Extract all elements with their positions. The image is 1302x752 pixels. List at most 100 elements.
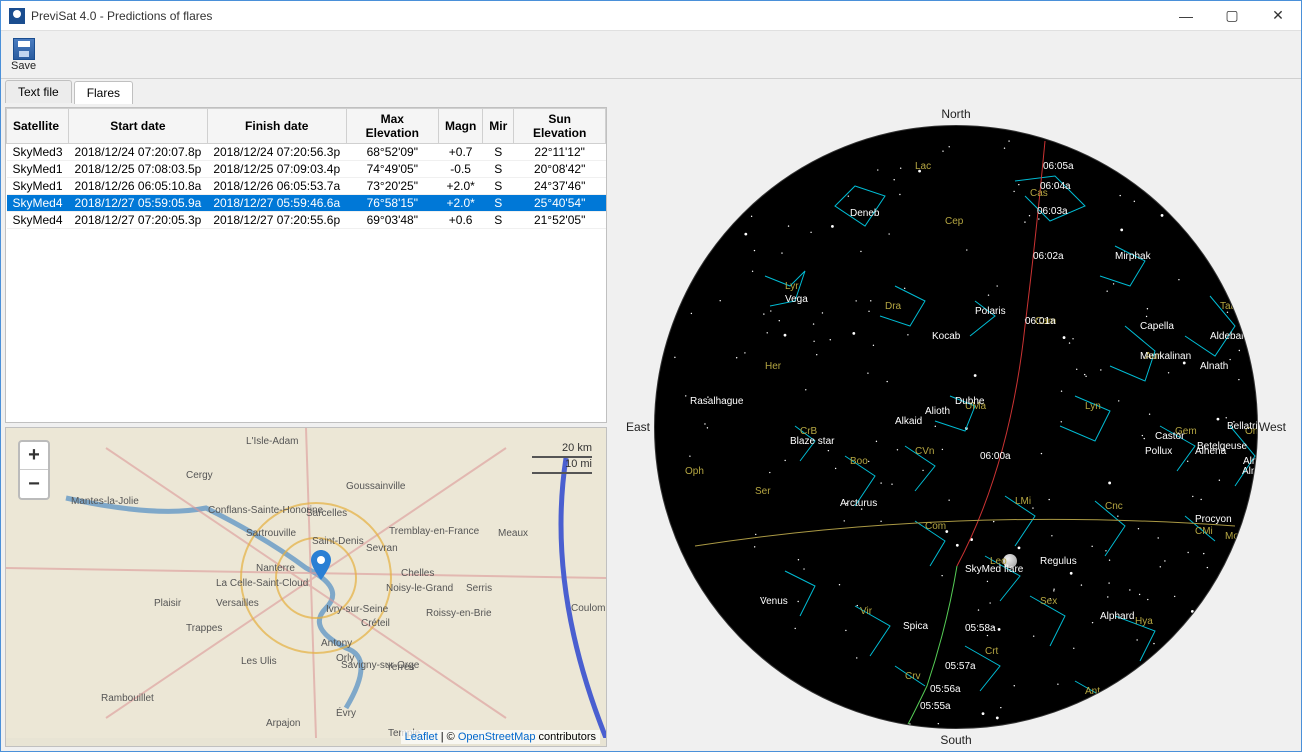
titlebar: PreviSat 4.0 - Predictions of flares — ▢… (1, 1, 1301, 31)
cell-sunel: 22°11'12" (514, 144, 606, 161)
table-row[interactable]: SkyMed12018/12/25 07:08:03.5p2018/12/25 … (7, 161, 606, 178)
cell-sat: SkyMed3 (7, 144, 69, 161)
col-sunel[interactable]: Sun Elevation (514, 109, 606, 144)
osm-link[interactable]: OpenStreetMap (458, 731, 536, 743)
cell-finish: 2018/12/27 07:20:55.6p (207, 212, 346, 229)
star-label: Aldebaran (1210, 331, 1256, 342)
constellation-label: Sex (1040, 596, 1057, 607)
city-label: Arpajon (266, 718, 300, 729)
flare-table[interactable]: Satellite Start date Finish date Max Ele… (6, 108, 606, 229)
city-label: Goussainville (346, 481, 405, 492)
city-label: Rambouillet (101, 693, 154, 704)
cell-maxel: 73°20'25" (346, 178, 438, 195)
star-label: Castor (1155, 431, 1184, 442)
sky-pane: North South East West (611, 103, 1301, 751)
cell-magn: +2.0* (438, 195, 482, 212)
cell-finish: 2018/12/26 06:05:53.7a (207, 178, 346, 195)
city-label: Nanterre (256, 563, 295, 574)
tab-textfile[interactable]: Text file (5, 80, 72, 103)
sky-circle: SkyMed flare LacCasCepLyrDraCamTauAurHer… (654, 125, 1258, 729)
label-east: East (626, 420, 650, 434)
star-label: Blaze star (790, 436, 834, 447)
map-area[interactable]: L'Isle-AdamCergyConflans-Sainte-Honorine… (5, 427, 607, 747)
maximize-button[interactable]: ▢ (1209, 1, 1255, 31)
star-label: Regulus (1040, 556, 1077, 567)
constellation-label: Crt (985, 646, 998, 657)
table-row[interactable]: SkyMed12018/12/26 06:05:10.8a2018/12/26 … (7, 178, 606, 195)
city-label: Trappes (186, 623, 222, 634)
city-label: Saint-Denis (312, 536, 364, 547)
table-row[interactable]: SkyMed32018/12/24 07:20:07.8p2018/12/24 … (7, 144, 606, 161)
city-label: Tremblay-en-France (389, 526, 479, 537)
col-start[interactable]: Start date (69, 109, 208, 144)
star-label: Kocab (932, 331, 960, 342)
col-finish[interactable]: Finish date (207, 109, 346, 144)
constellation-label: LMi (1015, 496, 1031, 507)
close-button[interactable]: ✕ (1255, 1, 1301, 31)
time-label: 06:05a (1043, 161, 1074, 172)
cell-magn: +0.7 (438, 144, 482, 161)
city-label: L'Isle-Adam (246, 436, 299, 447)
constellation-label: Com (925, 521, 946, 532)
constellation-label: Her (765, 361, 781, 372)
cell-start: 2018/12/25 07:08:03.5p (69, 161, 208, 178)
cell-magn: -0.5 (438, 161, 482, 178)
cell-sunel: 21°52'05" (514, 212, 606, 229)
constellation-label: Lac (915, 161, 931, 172)
city-label: Versailles (216, 598, 259, 609)
zoom-in-button[interactable]: + (20, 442, 48, 470)
city-label: Meaux (498, 528, 528, 539)
city-label: Sevran (366, 543, 398, 554)
constellation-label: Dra (885, 301, 901, 312)
col-satellite[interactable]: Satellite (7, 109, 69, 144)
cell-mir: S (483, 195, 514, 212)
cell-sat: SkyMed1 (7, 178, 69, 195)
col-mir[interactable]: Mir (483, 109, 514, 144)
city-label: Noisy-le-Grand (386, 583, 453, 594)
time-label: 06:00a (980, 451, 1011, 462)
minimize-button[interactable]: — (1163, 1, 1209, 31)
constellation-label: Ant (1085, 686, 1100, 697)
city-label: Sartrouville (246, 528, 296, 539)
map-marker-paris[interactable] (311, 550, 331, 580)
star-label: Alhena (1195, 446, 1226, 457)
col-maxel[interactable]: Max Elevation (346, 109, 438, 144)
zoom-out-button[interactable]: − (20, 470, 48, 498)
star-label: Spica (903, 621, 928, 632)
cell-magn: +0.6 (438, 212, 482, 229)
app-icon (9, 8, 25, 24)
time-label: 06:02a (1033, 251, 1064, 262)
constellation-label: Mon (1225, 531, 1244, 542)
sky-chart[interactable]: North South East West (636, 107, 1276, 747)
star-label: Vega (785, 294, 808, 305)
time-label: 06:04a (1040, 181, 1071, 192)
flare-table-area: Satellite Start date Finish date Max Ele… (5, 107, 607, 423)
tabstrip: Text file Flares (1, 79, 1301, 103)
cell-sunel: 25°40'54" (514, 195, 606, 212)
cell-start: 2018/12/24 07:20:07.8p (69, 144, 208, 161)
cell-sunel: 20°08'42" (514, 161, 606, 178)
table-row[interactable]: SkyMed42018/12/27 05:59:05.9a2018/12/27 … (7, 195, 606, 212)
star-label: Procyon (1195, 514, 1232, 525)
constellation-label: Cnc (1105, 501, 1123, 512)
cell-maxel: 74°49'05" (346, 161, 438, 178)
col-magn[interactable]: Magn (438, 109, 482, 144)
leaflet-link[interactable]: Leaflet (405, 731, 438, 743)
cell-maxel: 76°58'15" (346, 195, 438, 212)
star-label: Sirius (1225, 576, 1250, 587)
save-button[interactable]: Save (7, 36, 40, 74)
city-label: Créteil (361, 618, 390, 629)
cell-mir: S (483, 144, 514, 161)
city-label: Yerres (386, 662, 415, 673)
cell-mir: S (483, 178, 514, 195)
star-label: Alkaid (895, 416, 922, 427)
star-label: Alphard (1100, 611, 1134, 622)
table-row[interactable]: SkyMed42018/12/27 07:20:05.3p2018/12/27 … (7, 212, 606, 229)
constellation-label: Ser (755, 486, 771, 497)
constellation-label: Cep (945, 216, 963, 227)
cell-start: 2018/12/27 05:59:05.9a (69, 195, 208, 212)
city-label: Roissy-en-Brie (426, 608, 492, 619)
city-label: Chelles (401, 568, 434, 579)
city-label: Cergy (186, 470, 213, 481)
tab-flares[interactable]: Flares (74, 81, 133, 104)
